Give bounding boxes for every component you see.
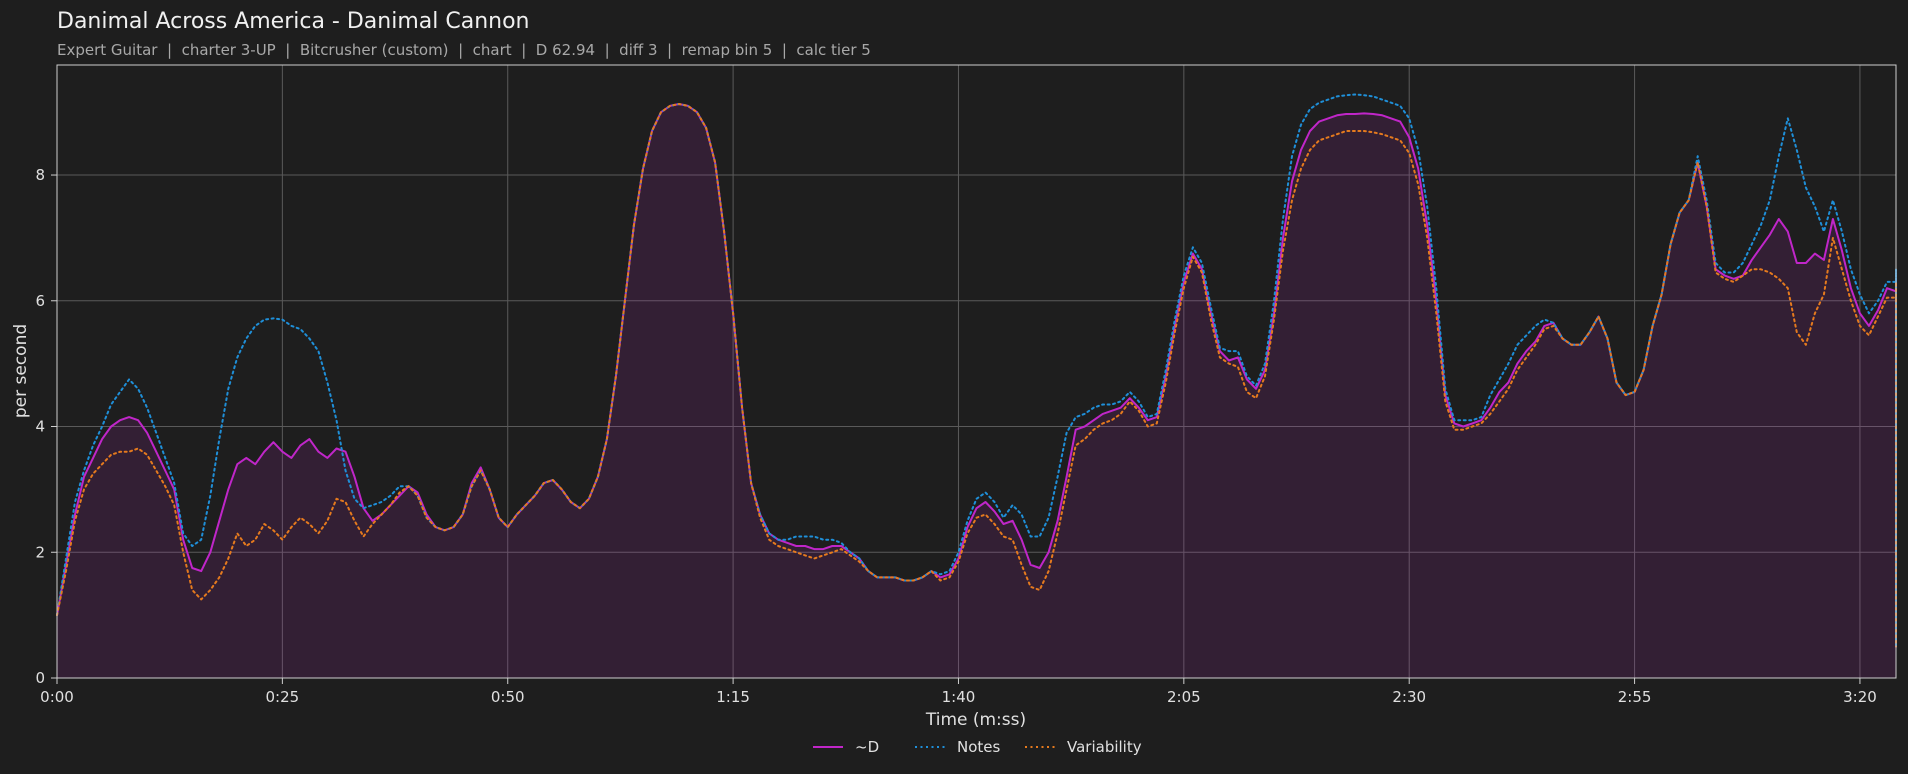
x-tick-label: 0:25 [266, 688, 300, 706]
y-tick-label: 0 [35, 669, 45, 687]
y-tick-label: 6 [35, 292, 45, 310]
x-tick-label: 2:55 [1618, 688, 1652, 706]
legend-label: ~D [855, 738, 879, 756]
y-axis-label: per second [11, 324, 31, 418]
legend-label: Variability [1067, 738, 1142, 756]
chart: Danimal Across America - Danimal Cannon … [11, 9, 1897, 756]
x-tick-label: 3:20 [1843, 688, 1877, 706]
legend-label: Notes [957, 738, 1001, 756]
x-tick-label: 2:05 [1167, 688, 1201, 706]
x-tick-label: 2:30 [1392, 688, 1426, 706]
area-fill [57, 104, 1896, 678]
x-tick-label: 0:00 [40, 688, 74, 706]
x-tick-label: 1:40 [942, 688, 976, 706]
chart-subtitle: Expert Guitar | charter 3-UP | Bitcrushe… [57, 41, 871, 59]
legend: ~D Notes Variability [813, 738, 1142, 756]
x-axis-label: Time (m:ss) [925, 710, 1026, 730]
x-tick-label: 1:15 [716, 688, 750, 706]
y-tick-label: 2 [35, 543, 45, 561]
x-tick-label: 0:50 [491, 688, 525, 706]
y-tick-label: 8 [35, 166, 45, 184]
series-area-fill [57, 104, 1896, 678]
chart-title: Danimal Across America - Danimal Cannon [57, 9, 530, 34]
y-tick-label: 4 [35, 418, 45, 436]
